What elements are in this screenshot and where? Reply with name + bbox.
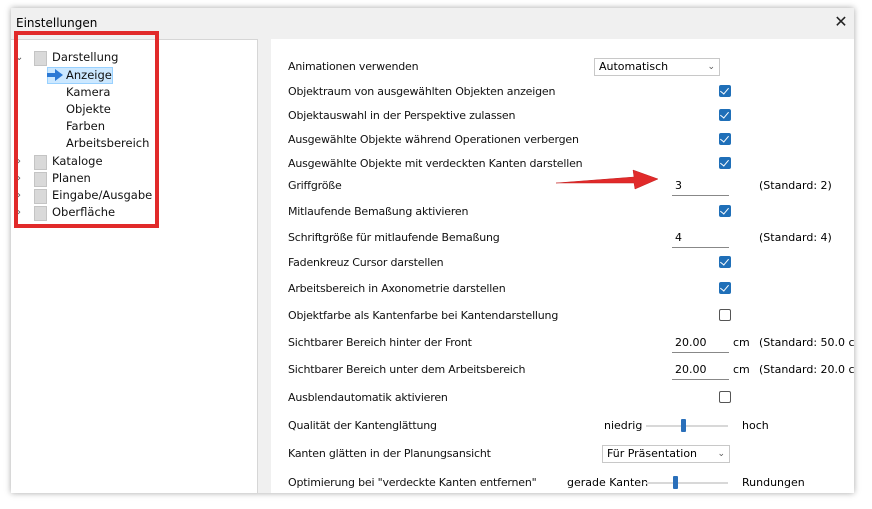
chevron-down-icon: ⌄ (717, 449, 725, 459)
setting-label: Ausblendautomatik aktivieren (288, 391, 448, 404)
setting-row-ausblend: Ausblendautomatik aktivieren (271, 388, 854, 408)
objektfarbe-checkbox[interactable] (719, 309, 731, 321)
setting-label: Schriftgröße für mitlaufende Bemaßung (288, 231, 500, 244)
setting-row-front: Sichtbarer Bereich hinter der Front 20.0… (271, 333, 854, 353)
axonometrie-checkbox[interactable] (719, 282, 731, 294)
setting-row-objektraum: Objektraum von ausgewählten Objekten anz… (271, 82, 854, 102)
setting-label: Fadenkreuz Cursor darstellen (288, 256, 444, 269)
setting-label: Ausgewählte Objekte mit verdeckten Kante… (288, 157, 583, 170)
chevron-down-icon: ⌄ (707, 62, 715, 72)
mitlaufend-checkbox[interactable] (719, 205, 731, 217)
setting-label: Animationen verwenden (288, 60, 419, 73)
setting-row-axonometrie: Arbeitsbereich in Axonometrie darstellen (271, 279, 854, 299)
setting-row-objektfarbe: Objektfarbe als Kantenfarbe bei Kantenda… (271, 306, 854, 326)
standard-hint: (Standard: 20.0 cm) (759, 363, 854, 376)
setting-row-planungsansicht: Kanten glätten in der Planungsansicht Fü… (271, 444, 854, 464)
setting-label: Kanten glätten in der Planungsansicht (288, 447, 491, 460)
highlight-box (14, 31, 159, 228)
setting-label: Objektauswahl in der Perspektive zulasse… (288, 109, 516, 122)
arbeitsbereich-input[interactable]: 20.00 (672, 360, 729, 380)
griffgroesse-input[interactable]: 3 (672, 176, 729, 196)
setting-row-optimierung: Optimierung bei "verdeckte Kanten entfer… (271, 473, 854, 493)
setting-label: Griffgröße (288, 179, 342, 192)
select-value: Für Präsentation (607, 447, 698, 460)
slider-track (646, 425, 728, 427)
setting-row-schriftgroesse: Schriftgröße für mitlaufende Bemaßung 4 … (271, 228, 854, 248)
setting-label: Ausgewählte Objekte während Operationen … (288, 133, 579, 146)
animationen-select[interactable]: Automatisch ⌄ (594, 58, 720, 76)
slider-max-label: Rundungen (742, 476, 805, 489)
setting-row-fadenkreuz: Fadenkreuz Cursor darstellen (271, 253, 854, 273)
setting-row-mitlaufend: Mitlaufende Bemaßung aktivieren (271, 202, 854, 222)
standard-hint: (Standard: 2) (759, 179, 832, 192)
setting-label: Optimierung bei "verdeckte Kanten entfer… (288, 476, 537, 489)
setting-label: Qualität der Kantenglättung (288, 419, 437, 432)
setting-label: Objektfarbe als Kantenfarbe bei Kantenda… (288, 309, 559, 322)
slider-max-label: hoch (742, 419, 769, 432)
slider-min-label: niedrig (604, 419, 643, 432)
objektraum-checkbox[interactable] (719, 85, 731, 97)
fadenkreuz-checkbox[interactable] (719, 256, 731, 268)
setting-row-animationen: Animationen verwenden Automatisch ⌄ (271, 57, 854, 77)
red-arrow-icon (556, 169, 659, 190)
setting-row-objektauswahl: Objektauswahl in der Perspektive zulasse… (271, 106, 854, 126)
planungsansicht-select[interactable]: Für Präsentation ⌄ (602, 445, 730, 463)
select-value: Automatisch (599, 60, 669, 73)
setting-label: Arbeitsbereich in Axonometrie darstellen (288, 282, 506, 295)
standard-hint: (Standard: 50.0 cm) (759, 336, 854, 349)
front-input[interactable]: 20.00 (672, 333, 729, 353)
setting-row-kantenglaettung: Qualität der Kantenglättung niedrig hoch (271, 416, 854, 436)
unit-label: cm (733, 336, 750, 349)
optimierung-slider[interactable] (672, 476, 678, 489)
setting-label: Mitlaufende Bemaßung aktivieren (288, 205, 469, 218)
window-title: Einstellungen (16, 16, 98, 30)
setting-row-verbergen: Ausgewählte Objekte während Operationen … (271, 130, 854, 150)
settings-panel: Animationen verwenden Automatisch ⌄ Obje… (271, 39, 854, 493)
close-icon[interactable]: ✕ (830, 12, 852, 32)
setting-label: Sichtbarer Bereich unter dem Arbeitsbere… (288, 363, 526, 376)
verdeckte-checkbox[interactable] (719, 157, 731, 169)
ausblend-checkbox[interactable] (719, 391, 731, 403)
verbergen-checkbox[interactable] (719, 133, 731, 145)
unit-label: cm (733, 363, 750, 376)
kantenglaettung-slider[interactable] (680, 419, 686, 432)
setting-row-arbeitsbereich: Sichtbarer Bereich unter dem Arbeitsbere… (271, 360, 854, 380)
slider-track (646, 482, 728, 484)
setting-label: Sichtbarer Bereich hinter der Front (288, 336, 472, 349)
schriftgroesse-input[interactable]: 4 (672, 228, 729, 248)
standard-hint: (Standard: 4) (759, 231, 832, 244)
slider-min-label: gerade Kanten (567, 476, 649, 489)
setting-label: Objektraum von ausgewählten Objekten anz… (288, 85, 556, 98)
objektauswahl-checkbox[interactable] (719, 109, 731, 121)
